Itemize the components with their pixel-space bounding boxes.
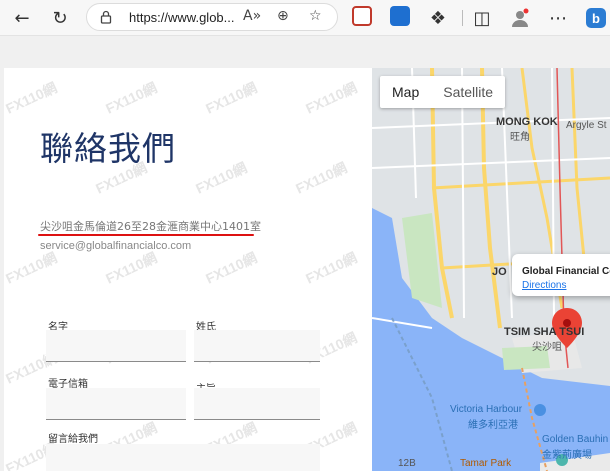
address-bar[interactable]: https://www.glob... A» ⊕ ☆: [86, 3, 338, 31]
refresh-icon[interactable]: ↻: [46, 4, 74, 32]
last-name-field[interactable]: [194, 330, 320, 362]
svg-text:b: b: [592, 11, 600, 26]
map-label-golden-bauhinia: Golden Bauhin: [542, 434, 609, 445]
email-field[interactable]: [46, 388, 186, 420]
watermark: FX110網: [4, 79, 60, 117]
contact-email: service@globalfinancialco.com: [40, 240, 192, 252]
more-menu-icon[interactable]: ⋯: [544, 4, 572, 32]
map-label-tsim-sha-tsui: TSIM SHA TSUI: [504, 326, 585, 338]
contact-form-panel: FX110網 FX110網 FX110網 FX110網 FX110網 FX110…: [4, 68, 372, 471]
toolbar-separator: [462, 10, 463, 26]
map-label-tsim-sha-tsui-zh: 尖沙咀: [532, 342, 562, 353]
tab-map[interactable]: Map: [380, 76, 431, 108]
split-screen-icon[interactable]: ◫: [468, 4, 496, 32]
place-info-window[interactable]: Global Financial Co. Directions: [512, 254, 610, 296]
favorite-star-icon[interactable]: ☆: [309, 8, 322, 24]
map-label-jordan: JO: [492, 266, 507, 278]
message-label: 留言給我們: [48, 434, 98, 445]
page-title: 聯絡我們: [40, 129, 176, 168]
url-text: https://www.glob...: [129, 10, 235, 25]
profile-avatar-icon[interactable]: [506, 4, 534, 32]
lock-icon: [100, 10, 112, 24]
watermark: FX110網: [303, 79, 360, 117]
copilot-icon[interactable]: b: [582, 4, 610, 32]
map-label-mong-kok-zh: 旺角: [510, 132, 530, 143]
company-address: 尖沙咀金馬倫道26至28金滙商業中心1401室: [40, 220, 261, 233]
tab-satellite[interactable]: Satellite: [431, 76, 505, 108]
google-map[interactable]: Map Satellite MONG KOK 旺角 Argyle St JO T…: [372, 68, 610, 471]
page-content: FX110網 FX110網 FX110網 FX110網 FX110網 FX110…: [0, 36, 610, 471]
subject-field[interactable]: [194, 388, 320, 420]
first-name-field[interactable]: [46, 330, 186, 362]
map-label-tamar-park: Tamar Park: [460, 458, 512, 469]
map-label-victoria-harbour-zh: 維多利亞港: [468, 420, 518, 431]
watermark: FX110網: [4, 249, 60, 287]
zoom-icon[interactable]: ⊕: [277, 8, 289, 24]
extensions-puzzle-icon[interactable]: ❖: [424, 4, 452, 32]
watermark: FX110網: [103, 79, 160, 117]
map-label-golden-bauhinia-zh: 金紫荊廣場: [542, 450, 592, 461]
read-aloud-icon[interactable]: A»: [243, 8, 261, 24]
map-label-victoria-harbour: Victoria Harbour: [450, 404, 523, 415]
browser-toolbar: ← ↻ https://www.glob... A» ⊕ ☆ ❖ ◫ ⋯ b: [0, 0, 610, 36]
map-label-argyle-st: Argyle St: [566, 120, 607, 131]
watermark: FX110網: [293, 159, 350, 197]
watermark: FX110網: [193, 159, 250, 197]
message-field[interactable]: [46, 444, 320, 471]
watermark: FX110網: [303, 249, 360, 287]
harbour-marker-icon[interactable]: [534, 404, 546, 416]
back-icon[interactable]: ←: [8, 4, 36, 32]
map-label-route: 12B: [398, 458, 416, 469]
extension-s-icon[interactable]: [390, 6, 410, 26]
watermark: FX110網: [103, 249, 160, 287]
extension-shield-icon[interactable]: [352, 6, 372, 26]
map-type-tabs: Map Satellite: [380, 76, 506, 108]
directions-link[interactable]: Directions: [522, 280, 566, 291]
map-label-mong-kok: MONG KOK: [496, 116, 558, 128]
watermark: FX110網: [203, 249, 260, 287]
place-name: Global Financial Co.: [522, 266, 610, 277]
address-highlight-underline: [38, 234, 254, 236]
watermark: FX110網: [203, 79, 260, 117]
